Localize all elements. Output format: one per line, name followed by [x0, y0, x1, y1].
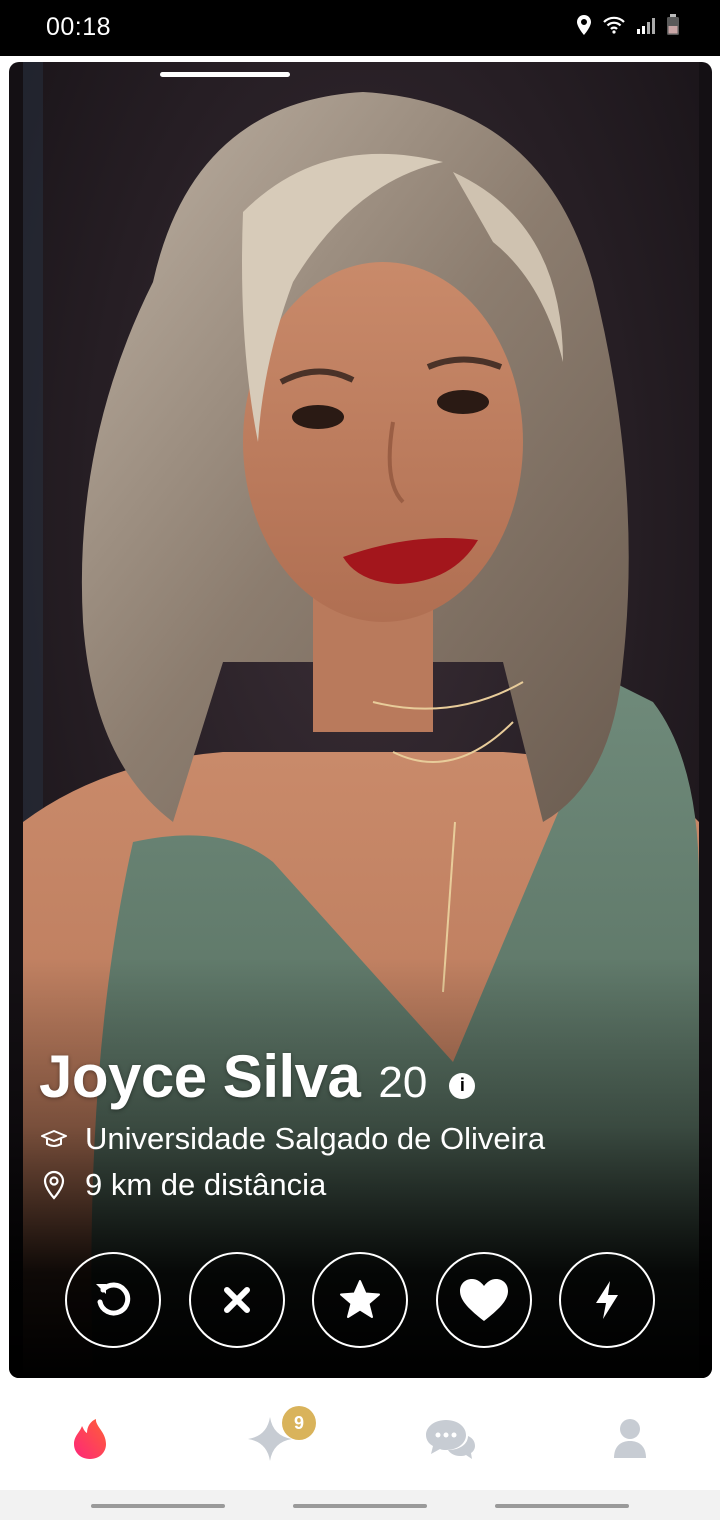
info-icon-label: i: [459, 1075, 465, 1095]
nav-likes[interactable]: 9: [210, 1388, 330, 1490]
status-bar: 00:18: [0, 0, 720, 56]
chat-icon: [426, 1420, 475, 1459]
location-pin-icon: [39, 1170, 69, 1200]
like-button[interactable]: [435, 1252, 532, 1348]
gesture-line-left[interactable]: [91, 1504, 225, 1508]
like-icon: [459, 1279, 508, 1321]
rewind-icon: [96, 1282, 131, 1316]
name-row: Joyce Silva 20 i: [39, 1042, 699, 1116]
graduation-cap-icon: [39, 1124, 69, 1154]
likes-badge: 9: [282, 1406, 316, 1440]
bottom-nav: 9: [0, 1388, 720, 1490]
profile-icon: [614, 1419, 646, 1458]
nav-profile[interactable]: [570, 1388, 690, 1490]
school-label: Universidade Salgado de Oliveira: [85, 1121, 546, 1156]
profile-name: Joyce Silva: [39, 1043, 361, 1110]
info-icon[interactable]: i: [449, 1072, 476, 1099]
gesture-line-right[interactable]: [495, 1504, 629, 1508]
nope-icon: [223, 1287, 250, 1313]
nav-messages[interactable]: [390, 1388, 510, 1490]
photo-page-indicator: [160, 72, 290, 77]
flame-icon: [74, 1419, 106, 1459]
nope-button[interactable]: [188, 1252, 285, 1348]
wifi-icon: [602, 15, 626, 35]
location-icon: [576, 14, 592, 36]
distance-row: 9 km de distância: [39, 1162, 699, 1208]
school-row: Universidade Salgado de Oliveira: [39, 1116, 699, 1162]
action-buttons: [65, 1252, 655, 1350]
status-icons: [576, 14, 680, 36]
profile-info[interactable]: Joyce Silva 20 i Universidade Salgado de…: [39, 1042, 699, 1208]
signal-icon: [636, 15, 656, 35]
profile-age: 20: [378, 1058, 428, 1107]
boost-button[interactable]: [559, 1252, 655, 1348]
distance-label: 9 km de distância: [85, 1167, 327, 1202]
boost-icon: [596, 1281, 618, 1319]
profile-card[interactable]: Joyce Silva 20 i Universidade Salgado de…: [9, 62, 712, 1378]
system-gesture-bar: [0, 1490, 720, 1520]
rewind-button[interactable]: [65, 1252, 161, 1348]
super-like-button[interactable]: [312, 1252, 408, 1348]
nav-discover[interactable]: [30, 1388, 150, 1490]
super-like-icon: [340, 1280, 380, 1318]
battery-icon: [666, 14, 680, 36]
status-time: 00:18: [46, 13, 112, 41]
gesture-line-center[interactable]: [293, 1504, 427, 1508]
